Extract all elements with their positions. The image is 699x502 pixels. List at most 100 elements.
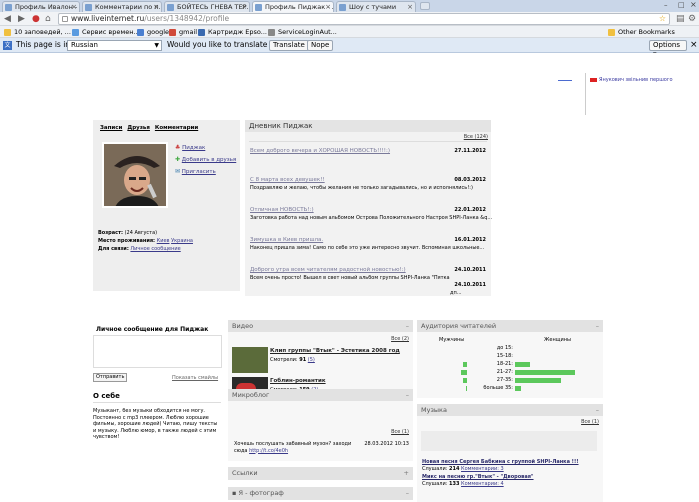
- favicon-icon: [5, 4, 12, 11]
- bookmark-item[interactable]: google: [137, 27, 169, 37]
- ad-text[interactable]: Янукович звільнив першого: [599, 77, 673, 83]
- close-icon[interactable]: ×: [241, 2, 247, 12]
- video-title[interactable]: Клип группы "Втык" - Эстетика 2008 год: [270, 348, 400, 355]
- diary-entry: Отличная НОВОСТЬ!:) 22.01.2012 Заготовка…: [250, 207, 492, 223]
- residence-row: Место проживания: Киев Украина: [98, 238, 193, 244]
- music-player[interactable]: [421, 431, 597, 451]
- entry-title[interactable]: Доброго утра всем читателям радостной но…: [250, 267, 406, 274]
- video-thumbnail[interactable]: [232, 347, 268, 373]
- entry-text: Наконец пришла зима! Само по себе это уж…: [250, 245, 485, 251]
- entry-date: 27.11.2012: [454, 148, 486, 154]
- track-title[interactable]: Новая песня Сергея Бабкина с группой SHP…: [422, 459, 579, 466]
- video-header: Видео –: [228, 320, 413, 332]
- collapse-icon[interactable]: –: [406, 389, 409, 401]
- maximize-icon[interactable]: □: [678, 1, 685, 9]
- close-icon[interactable]: ×: [153, 2, 159, 12]
- entry-text: Всем очень просто! Вышел в свет новый ал…: [250, 275, 450, 281]
- wrench-icon[interactable]: ⚙: [688, 13, 696, 25]
- browser-tab[interactable]: Шоу с тучами ×: [336, 1, 416, 12]
- message-textarea[interactable]: [93, 335, 222, 368]
- video-all-link[interactable]: Все (2): [391, 336, 409, 343]
- contact-link[interactable]: Личное сообщение: [130, 246, 180, 252]
- music-all-link[interactable]: Все (1): [581, 419, 599, 426]
- invite-link[interactable]: ✉ Пригласить: [175, 168, 216, 176]
- entry-title[interactable]: Всем доброго вечера и ХОРОШАЯ НОВОСТЬ!!!…: [250, 148, 390, 155]
- nope-button[interactable]: Nope: [307, 40, 334, 51]
- women-label: Женщины: [544, 337, 571, 343]
- chevron-down-icon: ▼: [154, 42, 159, 49]
- browser-tab[interactable]: Комментарии по п... ×: [82, 1, 162, 12]
- diary-all-link[interactable]: Все (124): [464, 134, 488, 141]
- bookmark-item[interactable]: ServiceLoginAut...: [268, 27, 337, 37]
- women-bar: [515, 386, 521, 391]
- translate-bar: 文 This page is in Russian ▼ Would you lik…: [0, 38, 699, 58]
- entry-title[interactable]: С 8 марта всех девушек!!: [250, 177, 325, 184]
- language-select[interactable]: Russian ▼: [67, 40, 162, 51]
- expand-icon[interactable]: +: [404, 467, 409, 479]
- video-title[interactable]: Гоблин-романтик: [270, 378, 326, 385]
- page-menu-icon[interactable]: ▤: [676, 13, 685, 25]
- folder-icon: [4, 29, 11, 36]
- minimize-icon[interactable]: –: [664, 1, 668, 9]
- show-smileys-link[interactable]: Показать смайлы: [172, 375, 218, 382]
- city-link[interactable]: Киев: [157, 238, 170, 244]
- send-button[interactable]: Отправить: [93, 373, 128, 382]
- window-close-icon[interactable]: ×: [690, 0, 697, 9]
- options-button[interactable]: Options ▾: [649, 40, 687, 58]
- men-bar: [463, 362, 467, 367]
- close-icon[interactable]: ×: [325, 2, 331, 12]
- age-group-label: 15-18:: [496, 353, 513, 359]
- nav-friends[interactable]: Друзья: [127, 125, 150, 131]
- folder-icon: [608, 29, 615, 36]
- bookmark-item[interactable]: Картридж Epso...: [198, 27, 267, 37]
- home-icon[interactable]: ⌂: [45, 13, 51, 25]
- avatar[interactable]: [102, 142, 168, 208]
- collapse-icon[interactable]: –: [596, 404, 599, 416]
- microblog-text: Хочешь послушать забавный музон? заходи …: [234, 441, 352, 454]
- browser-tab-active[interactable]: Профиль Пиджак - ... ×: [252, 1, 334, 12]
- collapse-icon[interactable]: –: [406, 320, 409, 332]
- close-icon[interactable]: ×: [71, 2, 77, 12]
- bookmark-item[interactable]: Сервис времен...: [72, 27, 140, 37]
- forward-icon[interactable]: ▶: [18, 13, 25, 25]
- audience-chart: до 15: 15-18: 18-21: 21-27: 27-35: больше 35:: [417, 345, 603, 397]
- divider: [249, 141, 487, 142]
- new-tab-button[interactable]: [420, 2, 430, 10]
- microblog-all-link[interactable]: Все (1): [391, 429, 409, 436]
- user-icon: ♣: [175, 144, 181, 151]
- bookmark-item[interactable]: 10 заповедей, ...: [4, 27, 71, 37]
- collapse-icon[interactable]: –: [406, 487, 409, 499]
- close-icon[interactable]: ×: [407, 2, 413, 12]
- track-title[interactable]: Микс на песню гр."Втык" - "Дворовая": [422, 474, 534, 481]
- microblog-date: 28.03.2012 10:13: [364, 441, 409, 447]
- ad-link[interactable]: [558, 80, 572, 81]
- nav-records[interactable]: Записи: [100, 125, 122, 131]
- bookmark-icon: [198, 29, 205, 36]
- browser-tab[interactable]: Профиль Ивалон - П...×: [2, 1, 80, 12]
- close-icon[interactable]: ×: [690, 38, 698, 52]
- divider: [585, 73, 586, 115]
- country-link[interactable]: Украина: [171, 238, 193, 244]
- entry-title[interactable]: Отличная НОВОСТЬ!:): [250, 207, 314, 214]
- bookmarks-bar: 10 заповедей, ... Сервис времен... googl…: [0, 26, 699, 38]
- stop-icon[interactable]: ●: [32, 13, 40, 25]
- collapse-icon[interactable]: –: [596, 320, 599, 332]
- browser-tab[interactable]: БОЙТЕСЬ ГНЕВА ТЕР... ×: [164, 1, 250, 12]
- other-bookmarks[interactable]: Other Bookmarks: [608, 27, 675, 37]
- music-header: Музыка –: [417, 404, 603, 416]
- profile-action-name[interactable]: ♣ Пиджак: [175, 144, 205, 152]
- entry-text: Поздравляю и желаю, чтобы желания не тол…: [250, 185, 473, 191]
- entry-title[interactable]: Зимушка в Киев пришла.: [250, 237, 323, 244]
- star-icon[interactable]: ☆: [659, 14, 666, 24]
- back-icon[interactable]: ◀: [4, 13, 11, 25]
- bookmark-item[interactable]: gmail: [169, 27, 197, 37]
- favicon-icon: [167, 4, 174, 11]
- links-header: Ссылки +: [228, 467, 413, 479]
- divider: [93, 402, 221, 403]
- microblog-link[interactable]: http://t.co/4e0h: [249, 448, 288, 454]
- favicon-icon: [339, 4, 346, 11]
- address-bar[interactable]: www.liveinternet.ru/users/1348942/profil…: [58, 13, 670, 25]
- add-friend-link[interactable]: ✚ Добавить в друзья: [175, 156, 236, 164]
- nav-comments[interactable]: Комментарии: [155, 125, 198, 131]
- translate-button[interactable]: Translate: [269, 40, 309, 51]
